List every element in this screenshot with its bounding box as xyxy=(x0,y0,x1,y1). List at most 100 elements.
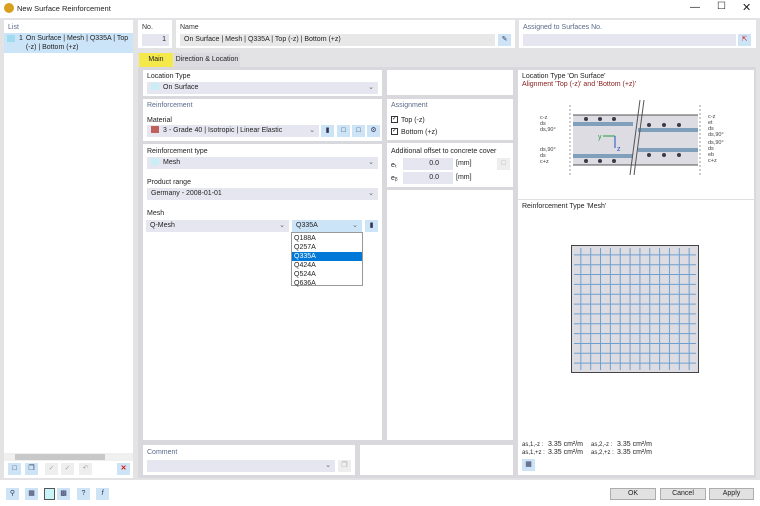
svg-text:c+z: c+z xyxy=(708,158,717,164)
assigned-label: Assigned to Surfaces No. xyxy=(523,24,602,31)
product-range-dropdown[interactable]: Germany - 2008-01-01 ⌄ xyxy=(147,188,378,200)
top-checkbox[interactable]: ✓ xyxy=(391,116,398,123)
select-surfaces-button[interactable]: ⇱ xyxy=(738,34,751,46)
reinforcement-type-panel: Reinforcement type Mesh ⌄ Product range G… xyxy=(143,144,382,440)
reinforcement-type-label: Reinforcement type xyxy=(147,148,208,155)
list-panel: List 1 On Surface | Mesh | Q335A | Top (… xyxy=(4,20,133,478)
product-range-label: Product range xyxy=(147,179,191,186)
assigned-surfaces-input[interactable] xyxy=(523,34,736,46)
search-icon[interactable]: ⚲ xyxy=(6,488,19,500)
reinforcement-type-dropdown[interactable]: Mesh ⌄ xyxy=(147,157,378,169)
assigned-panel: Assigned to Surfaces No. ⇱ xyxy=(519,20,756,48)
material-dropdown[interactable]: 3 - Grade 40 | Isotropic | Linear Elasti… xyxy=(147,125,319,137)
reinforcement-header: Reinforcement xyxy=(147,102,193,109)
reinforcement-panel: Reinforcement Material 3 - Grade 40 | Is… xyxy=(143,99,382,141)
bottom-checkbox[interactable]: ✓ xyxy=(391,128,398,135)
scrollbar-thumb[interactable] xyxy=(15,454,105,460)
edit-material-button[interactable]: □ xyxy=(352,125,365,137)
preview-options-button[interactable]: ▦ xyxy=(522,459,535,471)
no-panel: No. 1 xyxy=(138,20,172,48)
offset-header: Additional offset to concrete cover xyxy=(391,148,497,155)
title-bar: New Surface Reinforcement — ☐ ✕ xyxy=(0,0,760,18)
color-icon[interactable] xyxy=(44,488,55,500)
assignment-panel: Assignment ✓ Top (-z) ✓ Bottom (+z) xyxy=(387,99,513,140)
mesh-label: Mesh xyxy=(147,210,165,217)
minimize-button[interactable]: — xyxy=(690,2,700,13)
material-info-button[interactable]: ⚙ xyxy=(367,125,380,137)
divider xyxy=(518,199,754,200)
empty-panel-top xyxy=(387,70,513,95)
no-field[interactable]: 1 xyxy=(142,34,169,46)
mesh-diagram xyxy=(571,245,699,373)
name-panel: Name On Surface | Mesh | Q335A | Top (-z… xyxy=(176,20,515,48)
no-label: No. xyxy=(142,24,153,31)
maximize-button[interactable]: ☐ xyxy=(717,1,726,12)
empty-panel-bottom xyxy=(360,445,513,475)
mesh-option[interactable]: Q257A xyxy=(292,243,362,252)
preview-location-text: Location Type 'On Surface' xyxy=(522,73,606,80)
delete-button[interactable]: ✕ xyxy=(117,463,130,475)
ok-button[interactable]: OK xyxy=(610,488,656,500)
mesh-library-button[interactable]: ▮ xyxy=(365,220,378,232)
material-label: Material xyxy=(147,117,172,124)
empty-panel-mid xyxy=(387,190,513,440)
close-button[interactable]: ✕ xyxy=(742,1,751,14)
apply-button[interactable]: Apply xyxy=(709,488,754,500)
copy-item-button[interactable]: ❐ xyxy=(25,463,38,475)
tab-direction-location[interactable]: Direction & Location xyxy=(174,53,240,67)
comment-input[interactable]: ⌄ xyxy=(147,460,335,472)
mesh-option[interactable]: Q335A xyxy=(292,252,362,261)
location-type-label: Location Type xyxy=(147,73,191,80)
cross-section-diagram: y z c-zdsds,90°ds,90°dsc+z c-zetdsds,90°… xyxy=(540,100,724,176)
e-b-input[interactable]: 0.0 xyxy=(403,172,453,184)
function-icon[interactable]: f xyxy=(96,488,109,500)
comment-panel: Comment ⌄ ❐ xyxy=(143,445,355,475)
window-title: New Surface Reinforcement xyxy=(17,4,111,13)
list-item[interactable]: 1 On Surface | Mesh | Q335A | Top (-z) |… xyxy=(4,33,133,53)
mesh-option[interactable]: Q424A xyxy=(292,261,362,270)
location-type-dropdown[interactable]: On Surface ⌄ xyxy=(147,82,378,94)
list-item-number: 1 xyxy=(19,35,23,42)
svg-text:c+z: c+z xyxy=(540,159,549,165)
horizontal-scrollbar[interactable] xyxy=(4,453,133,461)
color-swatch xyxy=(7,35,15,42)
svg-text:ds,90°: ds,90° xyxy=(540,127,556,133)
new-item-button[interactable]: □ xyxy=(8,463,21,475)
svg-text:ds,90°: ds,90° xyxy=(708,132,724,138)
mesh-option[interactable]: Q524A xyxy=(292,270,362,279)
name-field[interactable]: On Surface | Mesh | Q335A | Top (-z) | B… xyxy=(180,34,495,46)
comment-button[interactable]: ❐ xyxy=(338,460,351,472)
help-icon[interactable]: ? xyxy=(77,488,90,500)
new-material-button[interactable]: □ xyxy=(337,125,350,137)
mesh-type-dropdown[interactable]: Q-Mesh ⌄ xyxy=(146,220,289,232)
mesh-dropdown[interactable]: Q335A ⌄ xyxy=(292,220,362,232)
name-label: Name xyxy=(180,24,199,31)
undo-button[interactable]: ↶ xyxy=(79,463,92,475)
offset-panel: Additional offset to concrete cover eₜ 0… xyxy=(387,143,513,187)
svg-text:y: y xyxy=(598,134,602,141)
preview-mesh-title: Reinforcement Type 'Mesh' xyxy=(522,203,607,210)
list-header: List xyxy=(8,24,19,31)
svg-text:z: z xyxy=(617,146,621,153)
tab-main[interactable]: Main xyxy=(139,53,173,67)
e-t-input[interactable]: 0.0 xyxy=(403,158,453,170)
preview-alignment-text: Alignment 'Top (-z)' and 'Bottom (+z)' xyxy=(522,81,637,88)
app-icon xyxy=(4,3,14,13)
check-all-button[interactable]: ✓ xyxy=(45,463,58,475)
display-icon[interactable]: ▦ xyxy=(25,488,38,500)
preview-panel: Location Type 'On Surface' Alignment 'To… xyxy=(518,70,754,475)
uncheck-button[interactable]: ✓ xyxy=(61,463,74,475)
bottom-label: Bottom (+z) xyxy=(401,129,438,136)
cancel-button[interactable]: Cancel xyxy=(660,488,706,500)
chevron-down-icon: ⌄ xyxy=(368,84,374,91)
table-icon[interactable]: ▩ xyxy=(57,488,70,500)
edit-name-button[interactable]: ✎ xyxy=(498,34,511,46)
mesh-options-list: Q188A Q257A Q335A Q424A Q524A Q636A xyxy=(291,232,363,288)
assignment-header: Assignment xyxy=(391,102,428,109)
material-library-button[interactable]: ▮ xyxy=(321,125,334,137)
offset-settings-button[interactable]: □ xyxy=(497,158,510,170)
comment-label: Comment xyxy=(147,449,178,456)
mesh-option[interactable]: Q188A xyxy=(292,234,362,243)
location-type-panel: Location Type On Surface ⌄ xyxy=(143,70,382,96)
mesh-option[interactable]: Q636A xyxy=(292,279,362,288)
